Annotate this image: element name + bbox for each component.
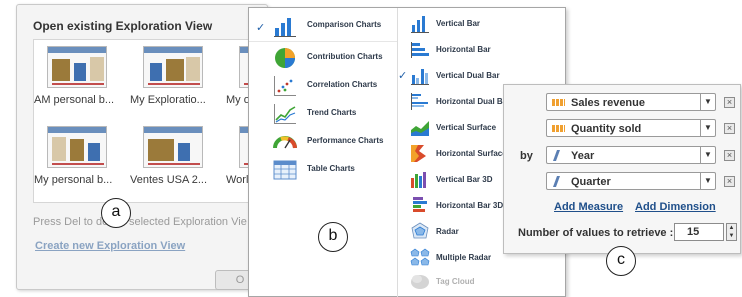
measure-name: Quantity sold: [571, 123, 642, 135]
horizontal-surface-icon: [411, 145, 426, 162]
table-chart-icon: [273, 160, 297, 180]
number-of-values-input[interactable]: 15: [674, 223, 724, 241]
chevron-down-icon[interactable]: ▼: [700, 94, 715, 110]
view-thumbnail: [47, 126, 107, 168]
view-thumbnail: [47, 46, 107, 88]
chart-type-tag-cloud: Tag Cloud: [398, 270, 568, 293]
chart-type-horizontal-bar[interactable]: Horizontal Bar: [398, 38, 568, 61]
measure-icon: [552, 125, 565, 132]
dimension-icon: [552, 150, 561, 161]
chart-type-label: Horizontal Bar 3D: [436, 201, 504, 210]
measure-dimension-panel: Sales revenue ▼ × Quantity sold ▼ × by Y…: [503, 84, 741, 254]
tile-caption: My personal b...: [34, 174, 113, 186]
vertical-dual-bar-icon: [411, 69, 429, 85]
chart-type-label: Horizontal Dual Bar: [436, 97, 511, 106]
tile-caption: My Exploratio...: [130, 94, 206, 106]
pie-chart-icon: [275, 48, 295, 68]
dimension-name: Year: [571, 150, 595, 162]
vertical-bar-3d-icon: [411, 172, 426, 188]
exploration-view-tile[interactable]: AM personal b...: [34, 40, 122, 112]
gauge-chart-icon: [273, 136, 297, 149]
number-of-values-label: Number of values to retrieve :: [518, 227, 674, 239]
spin-down-icon[interactable]: ▼: [727, 232, 736, 240]
horizontal-bar-icon: [411, 42, 429, 58]
tag-cloud-icon: [411, 275, 429, 289]
chevron-down-icon[interactable]: ▼: [700, 147, 715, 163]
category-label: Comparison Charts: [307, 20, 382, 29]
check-icon: ✓: [256, 22, 266, 34]
horizontal-dual-bar-icon: [411, 93, 428, 110]
dimension-icon: [552, 176, 561, 187]
chart-type-label: Vertical Bar 3D: [436, 175, 493, 184]
chart-type-label: Vertical Dual Bar: [436, 71, 500, 80]
vertical-bar-icon: [411, 16, 429, 33]
check-icon: ✓: [398, 70, 408, 82]
add-dimension-link[interactable]: Add Dimension: [635, 201, 716, 213]
measure-name: Sales revenue: [571, 97, 645, 109]
chart-type-vertical-bar[interactable]: Vertical Bar: [398, 12, 568, 35]
number-of-values-spinner[interactable]: ▲ ▼: [726, 223, 737, 241]
category-label: Correlation Charts: [307, 80, 378, 89]
category-comparison-charts[interactable]: ✓ Comparison Charts: [249, 12, 397, 40]
category-trend-charts[interactable]: Trend Charts: [249, 100, 397, 128]
comparison-chart-icon: [274, 18, 296, 37]
category-performance-charts[interactable]: Performance Charts: [249, 128, 397, 156]
category-label: Contribution Charts: [307, 52, 383, 61]
trend-chart-icon: [274, 104, 296, 124]
category-label: Table Charts: [307, 164, 355, 173]
chart-type-label: Vertical Bar: [436, 19, 481, 28]
remove-dimension-button[interactable]: ×: [724, 150, 735, 161]
measure-selector[interactable]: Sales revenue ▼: [546, 93, 716, 111]
chart-type-label: Tag Cloud: [436, 277, 475, 286]
chart-category-list: ✓ Comparison Charts Contribution Charts: [249, 8, 397, 297]
remove-measure-button[interactable]: ×: [724, 97, 735, 108]
tile-caption: Ventes USA 2...: [130, 174, 208, 186]
view-thumbnail: [143, 126, 203, 168]
chart-type-label: Horizontal Bar: [436, 45, 491, 54]
horizontal-bar-3d-icon: [413, 197, 427, 212]
add-measure-link[interactable]: Add Measure: [554, 201, 623, 213]
exploration-view-tile[interactable]: My personal b...: [34, 120, 122, 192]
measure-selector[interactable]: Quantity sold ▼: [546, 119, 716, 137]
chevron-down-icon[interactable]: ▼: [700, 120, 715, 136]
category-label: Trend Charts: [307, 108, 357, 117]
callout-c: c: [606, 246, 636, 276]
exploration-view-tile[interactable]: Ventes USA 2...: [130, 120, 218, 192]
multiple-radar-icon: [410, 248, 430, 266]
delete-hint: Press Del to delete selected Exploration…: [33, 216, 247, 228]
view-thumbnail: [143, 46, 203, 88]
category-label: Performance Charts: [307, 136, 384, 145]
scatter-chart-icon: [274, 76, 296, 96]
dimension-selector[interactable]: Year ▼: [546, 146, 716, 164]
category-correlation-charts[interactable]: Correlation Charts: [249, 72, 397, 100]
tile-caption: AM personal b...: [34, 94, 115, 106]
open-exploration-view-dialog: Open existing Exploration View AM person…: [16, 4, 274, 290]
chart-type-label: Radar: [436, 227, 459, 236]
callout-b: b: [318, 222, 348, 252]
chart-type-label: Horizontal Surface: [436, 149, 507, 158]
vertical-surface-icon: [411, 121, 429, 136]
measure-icon: [552, 99, 565, 106]
category-contribution-charts[interactable]: Contribution Charts: [249, 44, 397, 72]
remove-measure-button[interactable]: ×: [724, 123, 735, 134]
dialog-title: Open existing Exploration View: [33, 19, 213, 33]
remove-dimension-button[interactable]: ×: [724, 176, 735, 187]
chevron-down-icon[interactable]: ▼: [700, 173, 715, 189]
chart-type-label: Multiple Radar: [436, 253, 492, 262]
dimension-selector[interactable]: Quarter ▼: [546, 172, 716, 190]
chart-type-label: Vertical Surface: [436, 123, 497, 132]
category-table-charts[interactable]: Table Charts: [249, 156, 397, 184]
callout-a: a: [101, 198, 131, 228]
exploration-view-tile[interactable]: My Exploratio...: [130, 40, 218, 112]
exploration-view-grid[interactable]: AM personal b... My Exploratio... My ov …: [33, 39, 274, 203]
by-label: by: [520, 150, 533, 162]
spin-up-icon[interactable]: ▲: [727, 224, 736, 232]
dimension-name: Quarter: [571, 176, 611, 188]
create-exploration-view-link[interactable]: Create new Exploration View: [35, 240, 185, 252]
radar-icon: [411, 222, 429, 239]
